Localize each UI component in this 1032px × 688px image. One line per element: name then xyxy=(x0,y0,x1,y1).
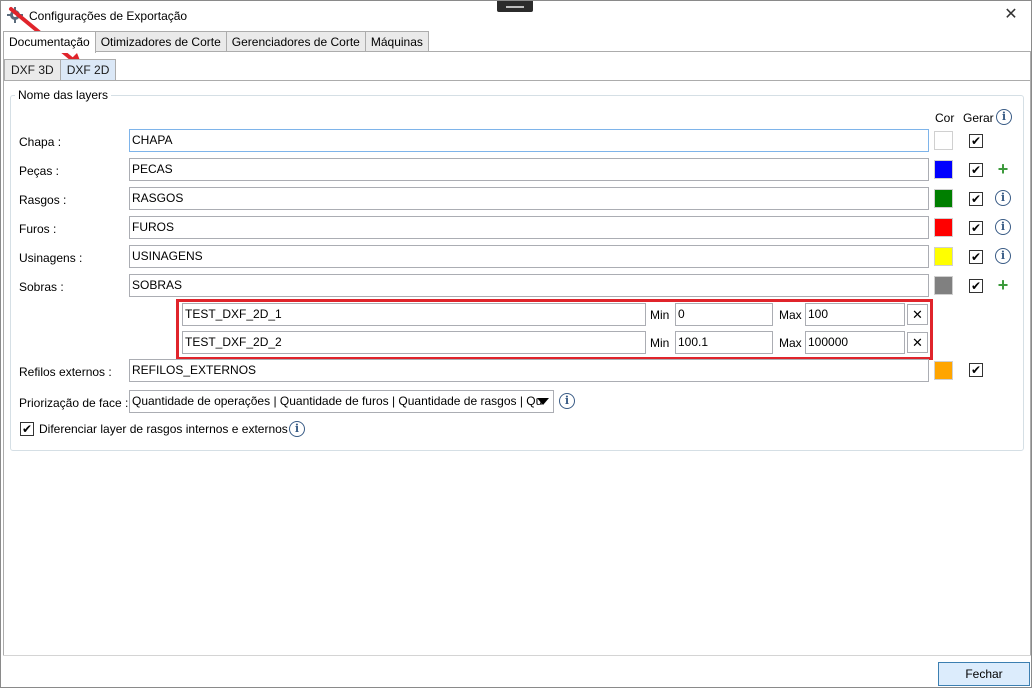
min-label: Min xyxy=(650,336,670,350)
close-button[interactable]: Fechar xyxy=(938,662,1030,686)
generate-column-header: Gerar xyxy=(963,111,994,125)
sobras-label: Sobras : xyxy=(19,280,64,294)
face-priority-value: Quantidade de operações | Quantidade de … xyxy=(132,394,543,408)
sobras-range-1-name-input[interactable]: TEST_DXF_2D_1 xyxy=(182,303,646,326)
sobras-range-2-max-input[interactable]: 100000 xyxy=(805,331,905,354)
sobras-color-swatch[interactable] xyxy=(934,276,953,295)
rasgos-generate-checkbox[interactable]: ✔ xyxy=(969,192,983,206)
usinagens-layer-input[interactable]: USINAGENS xyxy=(129,245,929,268)
add-pecas-icon[interactable]: + xyxy=(995,160,1011,178)
sobras-range-2-name-input[interactable]: TEST_DXF_2D_2 xyxy=(182,331,646,354)
chapa-color-swatch[interactable] xyxy=(934,131,953,150)
gear-icon xyxy=(7,7,23,23)
usinagens-label: Usinagens : xyxy=(19,251,83,265)
tab-gerenciadores[interactable]: Gerenciadores de Corte xyxy=(225,31,366,52)
rasgos-layer-input[interactable]: RASGOS xyxy=(129,187,929,210)
subtabs-divider xyxy=(4,80,1030,81)
sobras-range-2-min-input[interactable]: 100.1 xyxy=(675,331,773,354)
tab-dxf-3d[interactable]: DXF 3D xyxy=(4,59,61,80)
title-bar: Configurações de Exportação ✕ xyxy=(1,1,1031,30)
refilos-label: Refilos externos : xyxy=(19,365,112,379)
info-icon[interactable]: i xyxy=(996,109,1012,125)
refilos-color-swatch[interactable] xyxy=(934,361,953,380)
remove-range-button[interactable]: ✕ xyxy=(907,332,928,353)
drag-handle[interactable] xyxy=(497,1,533,12)
sobras-range-1-min-input[interactable]: 0 xyxy=(675,303,773,326)
chapa-generate-checkbox[interactable]: ✔ xyxy=(969,134,983,148)
pecas-generate-checkbox[interactable]: ✔ xyxy=(969,163,983,177)
tab-otimizadores[interactable]: Otimizadores de Corte xyxy=(94,31,227,52)
chapa-layer-input[interactable]: CHAPA xyxy=(129,129,929,152)
panel-border-left xyxy=(3,52,4,655)
max-label: Max xyxy=(779,308,802,322)
priority-label: Priorização de face : xyxy=(19,396,129,410)
export-settings-window: Configurações de Exportação ✕ Documentaç… xyxy=(0,0,1032,688)
main-tabs: Documentação Otimizadores de Corte Geren… xyxy=(3,31,429,53)
info-icon[interactable]: i xyxy=(995,190,1011,206)
sobras-layer-input[interactable]: SOBRAS xyxy=(129,274,929,297)
furos-generate-checkbox[interactable]: ✔ xyxy=(969,221,983,235)
add-sobras-range-icon[interactable]: + xyxy=(995,276,1011,294)
chapa-label: Chapa : xyxy=(19,135,62,149)
info-icon[interactable]: i xyxy=(289,421,305,437)
furos-label: Furos : xyxy=(19,222,57,236)
differentiate-checkbox[interactable]: ✔ xyxy=(20,422,34,436)
sobras-generate-checkbox[interactable]: ✔ xyxy=(969,279,983,293)
dropdown-arrow-icon xyxy=(537,398,549,405)
pecas-label: Peças : xyxy=(19,164,60,178)
close-icon[interactable]: ✕ xyxy=(1001,5,1021,25)
furos-color-swatch[interactable] xyxy=(934,218,953,237)
sobras-range-1-max-input[interactable]: 100 xyxy=(805,303,905,326)
usinagens-generate-checkbox[interactable]: ✔ xyxy=(969,250,983,264)
furos-layer-input[interactable]: FUROS xyxy=(129,216,929,239)
groupbox-title: Nome das layers xyxy=(15,88,112,102)
max-label: Max xyxy=(779,336,802,350)
tab-maquinas[interactable]: Máquinas xyxy=(364,31,429,52)
pecas-color-swatch[interactable] xyxy=(934,160,953,179)
remove-range-button[interactable]: ✕ xyxy=(907,304,928,325)
tab-dxf-2d[interactable]: DXF 2D xyxy=(59,59,117,80)
panel-border-right xyxy=(1030,52,1031,655)
differentiate-label: Diferenciar layer de rasgos internos e e… xyxy=(39,422,288,436)
color-column-header: Cor xyxy=(935,111,955,125)
tabs-divider xyxy=(3,51,1031,52)
pecas-layer-input[interactable]: PECAS xyxy=(129,158,929,181)
info-icon[interactable]: i xyxy=(559,393,575,409)
info-icon[interactable]: i xyxy=(995,219,1011,235)
info-icon[interactable]: i xyxy=(995,248,1011,264)
min-label: Min xyxy=(650,308,670,322)
face-priority-select[interactable]: Quantidade de operações | Quantidade de … xyxy=(129,390,554,413)
rasgos-color-swatch[interactable] xyxy=(934,189,953,208)
footer-divider xyxy=(3,655,1031,656)
refilos-layer-input[interactable]: REFILOS_EXTERNOS xyxy=(129,359,929,382)
usinagens-color-swatch[interactable] xyxy=(934,247,953,266)
dxf-tabs: DXF 3D DXF 2D xyxy=(4,59,117,80)
window-title: Configurações de Exportação xyxy=(29,9,188,23)
refilos-generate-checkbox[interactable]: ✔ xyxy=(969,363,983,377)
tab-documentacao[interactable]: Documentação xyxy=(3,31,96,53)
rasgos-label: Rasgos : xyxy=(19,193,67,207)
